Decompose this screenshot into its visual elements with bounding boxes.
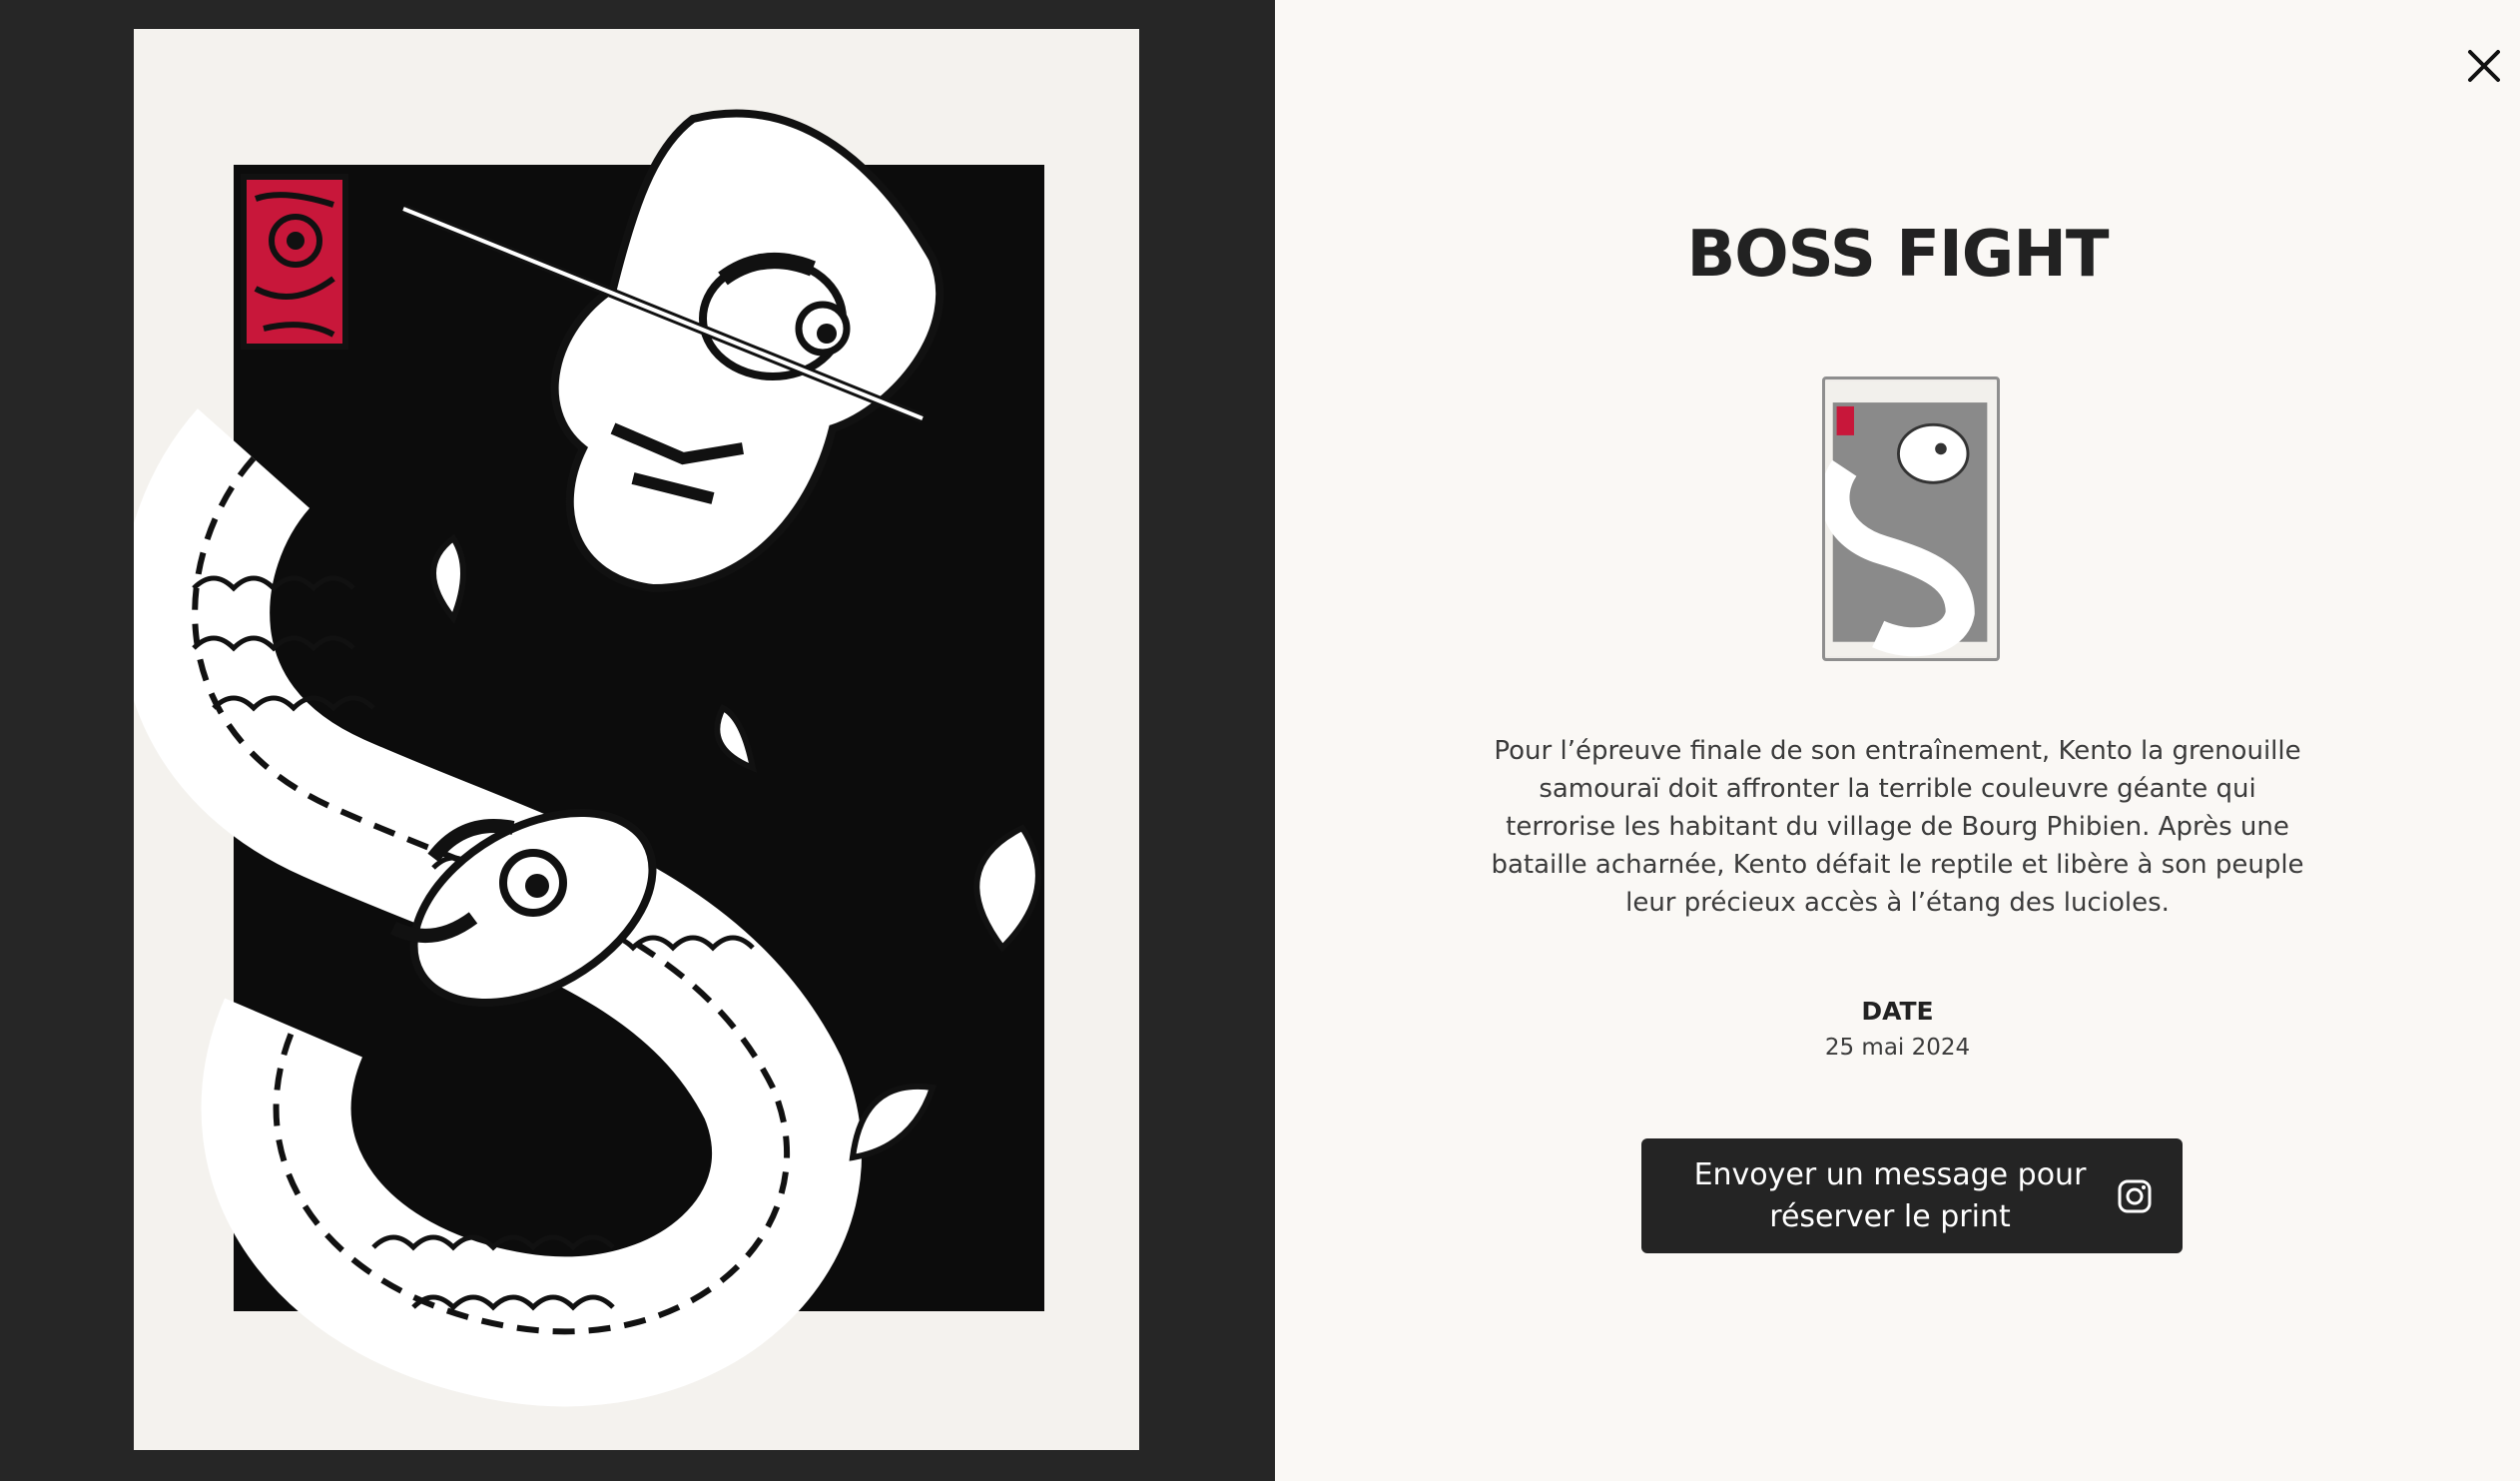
- seal-stamp: [241, 174, 348, 350]
- artwork-description: Pour l’épreuve finale de son entraînemen…: [1491, 736, 2304, 918]
- instagram-icon: [2117, 1178, 2153, 1214]
- reserve-print-label: Envoyer un message pour réserver le prin…: [1693, 1156, 2087, 1234]
- close-button[interactable]: [2462, 44, 2506, 88]
- reserve-print-button[interactable]: Envoyer un message pour réserver le prin…: [1641, 1138, 2183, 1253]
- date-value: 25 mai 2024: [1824, 1035, 1971, 1061]
- page-title: BOSS FIGHT: [1686, 218, 2109, 292]
- close-icon: [2468, 50, 2500, 82]
- detail-panel: BOSS FIGHT Pour l’épreuve finale de son …: [1275, 0, 2520, 1481]
- artwork-thumbnail[interactable]: [1822, 376, 2000, 661]
- date-label: DATE: [1861, 997, 1934, 1026]
- artwork-viewer: [0, 0, 1275, 1481]
- artwork-image: [134, 29, 1139, 1450]
